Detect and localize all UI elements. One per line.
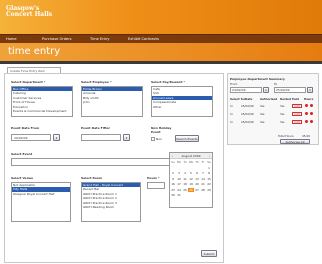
calendar-day[interactable]: 29	[206, 188, 212, 192]
room-list[interactable]: Grand Hall - Royal Concert Recent Bar GRCH…	[81, 182, 141, 222]
venue-list[interactable]: Not Applicable City Halls Glasgow Royal Co…	[11, 182, 71, 222]
non-holiday-checkbox[interactable]	[151, 137, 155, 141]
pay-reward-label: Select Pay/Reward *	[151, 80, 185, 84]
calendar-next-icon[interactable]: ›	[209, 153, 210, 159]
summary-from-label: From	[230, 82, 238, 86]
search-events-button[interactable]: Search Events	[175, 135, 199, 142]
page: Glasgow's Concert Halls Home Purchase Or…	[0, 0, 322, 264]
pay-reward-option[interactable]: Other	[152, 105, 212, 109]
department-label: Select Department *	[11, 80, 46, 84]
calendar-day[interactable]: 8	[206, 171, 212, 175]
date-to-picker-button[interactable]: ▾	[123, 134, 130, 141]
summary-row: Ci 25/02/09 Yes Yes 3.00	[230, 104, 318, 109]
summary-row: Ci 25/02/09 Yes Yes 3.00	[230, 112, 318, 117]
authorise-all-button[interactable]: Authorise All	[280, 139, 310, 144]
row-authorised: Yes	[260, 120, 265, 124]
date-calendar: ‹ August 2009 › Su Mo Tu We Th Fr Sa 1 2 3 4 5 6 7 8 9 1…	[169, 152, 213, 208]
col-rested: Rested	[280, 97, 291, 101]
calendar-month: August 2009	[181, 154, 201, 158]
divider	[0, 61, 322, 64]
row-authorised: Yes	[260, 104, 265, 108]
calendar-header: ‹ August 2009 ›	[170, 153, 212, 159]
row-select[interactable]: Ci	[230, 120, 233, 124]
calendar-grid: Su Mo Tu We Th Fr Sa 1 2 3 4 5 6 7 8 9 10 11 12 13 14 15 16 17 1…	[170, 159, 212, 197]
summary-to-input[interactable]: 25/02/09	[274, 87, 306, 93]
col-hours: Hours	[304, 97, 314, 101]
pay-reward-list[interactable]: Cafe Sick Annual Leave Compassionate Other	[151, 86, 213, 117]
department-list[interactable]: Box Office Catering Customer Services Front…	[11, 86, 73, 117]
department-option[interactable]: Events & Commercial Development	[12, 109, 72, 113]
total-hours: 45.00	[302, 134, 311, 138]
col-select: Select for	[230, 97, 246, 101]
calendar-day[interactable]: 31	[176, 193, 182, 197]
calendar-day-header: Sa	[207, 160, 211, 164]
non-holiday-label: Non Holiday Event	[151, 126, 172, 134]
date-to-input[interactable]	[81, 134, 121, 141]
summary-header-row: Select for Date Authorised Rested Paid H…	[230, 97, 318, 102]
row-paid: Yes	[280, 112, 285, 116]
row-select[interactable]: Ci	[230, 104, 233, 108]
submit-button[interactable]: Submit	[201, 250, 217, 257]
nav-time-entry[interactable]: Time Entry	[90, 37, 110, 41]
summary-to-picker[interactable]: ▾	[307, 87, 313, 93]
col-authorised: Authorised	[260, 97, 278, 101]
employee-label: Select Employee *	[81, 80, 112, 84]
calendar-day[interactable]: 15	[206, 177, 212, 181]
calendar-day[interactable]: 22	[206, 182, 212, 186]
row-date: 25/02/09	[241, 120, 254, 124]
summary-from-input[interactable]: 24/02/09	[230, 87, 262, 93]
row-paid: Yes	[280, 120, 285, 124]
page-title: time entry	[8, 46, 61, 57]
summary-to-label: To	[274, 82, 278, 86]
total-label: Total Hours	[278, 134, 294, 138]
summary-title: Employee Department Summary	[230, 77, 285, 81]
hours-label: Hours *	[147, 176, 160, 180]
hours-input[interactable]	[147, 182, 165, 189]
col-date: Date	[245, 97, 253, 101]
site-logo[interactable]: Glasgow's Concert Halls	[6, 6, 52, 18]
summary-from-picker[interactable]: ▾	[263, 87, 269, 93]
title-band: time entry	[0, 43, 322, 61]
site-header: Glasgow's Concert Halls	[0, 0, 322, 34]
date-from-picker-button[interactable]: ▾	[53, 134, 60, 141]
col-paid: Paid	[292, 97, 299, 101]
logo-line-2: Concert Halls	[6, 11, 53, 18]
event-label: Select Event	[11, 152, 33, 156]
nav-purchase-orders[interactable]: Purchase Orders	[42, 37, 72, 41]
room-label: Select Room	[81, 176, 103, 180]
non-holiday-value: Non	[156, 137, 162, 141]
row-hours[interactable]: 3.00	[292, 112, 302, 116]
row-date: 25/02/09	[241, 112, 254, 116]
row-select[interactable]: Ci	[230, 112, 233, 116]
date-to-label: Event Date Fifter	[81, 126, 111, 130]
employee-summary-panel: Employee Department Summary From To 24/0…	[227, 73, 319, 145]
row-hours[interactable]: 3.00	[292, 120, 302, 124]
calendar-day[interactable]: 1	[206, 166, 212, 170]
summary-row: Ci 25/02/09 Yes Yes 3.00	[230, 120, 318, 125]
date-from-label: Event Date From	[11, 126, 40, 130]
row-authorised: Yes	[260, 112, 265, 116]
room-option[interactable]: GRCH Reading Room	[82, 205, 140, 209]
date-from-input[interactable]: 20/02/09	[11, 134, 51, 141]
row-paid: Yes	[280, 104, 285, 108]
employee-list[interactable]: Eddie Brown Amanda Billy smith John	[81, 86, 143, 117]
row-hours[interactable]: 3.00	[292, 104, 302, 108]
row-date: 25/02/09	[241, 104, 254, 108]
nav-exhibit-contracts[interactable]: Exhibit Contracts	[128, 37, 159, 41]
calendar-prev-icon[interactable]: ‹	[172, 153, 173, 159]
main-nav: Home Purchase Orders Time Entry Exhibit …	[0, 34, 322, 43]
venue-label: Select Venue	[11, 176, 34, 180]
nav-home[interactable]: Home	[6, 37, 17, 41]
employee-option[interactable]: John	[82, 100, 142, 104]
venue-option[interactable]: Glasgow Royal Concert Hall	[12, 192, 70, 196]
